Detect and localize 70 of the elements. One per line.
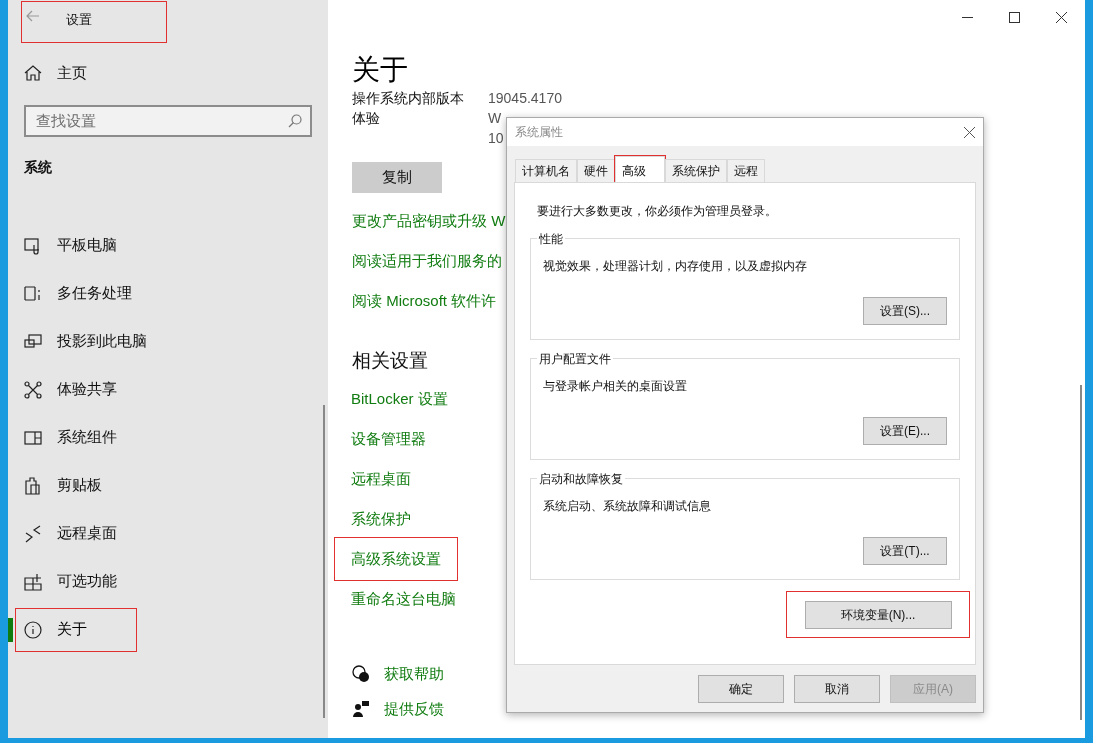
nav-label: 体验共享 bbox=[57, 379, 117, 400]
dialog-button[interactable]: 确定 bbox=[698, 675, 784, 703]
tablet-icon bbox=[24, 236, 42, 255]
nav-label: 关于 bbox=[57, 619, 87, 640]
nav-label: 多任务处理 bbox=[57, 283, 132, 304]
spec-value: 19045.4170 bbox=[488, 89, 562, 108]
dialog-title: 系统属性 bbox=[515, 124, 563, 141]
nav-item[interactable]: 投影到此电脑 bbox=[16, 320, 155, 363]
nav-label: 平板电脑 bbox=[57, 235, 117, 256]
nav-item[interactable]: 体验共享 bbox=[16, 368, 125, 411]
section-heading: 相关设置 bbox=[352, 349, 428, 373]
tab[interactable]: 计算机名 bbox=[515, 159, 577, 182]
tab[interactable]: 高级 bbox=[615, 156, 665, 182]
copy-button[interactable]: 复制 bbox=[352, 162, 442, 193]
nav-item[interactable]: 平板电脑 bbox=[16, 224, 125, 267]
group-title: 启动和故障恢复 bbox=[537, 470, 625, 488]
settings-button[interactable]: 设置(S)... bbox=[863, 297, 947, 325]
nav-item[interactable]: 关于 bbox=[16, 608, 136, 651]
page-title: 关于 bbox=[352, 53, 409, 87]
settings-button[interactable]: 设置(T)... bbox=[863, 537, 947, 565]
spec-label: 体验 bbox=[352, 109, 381, 128]
section-heading: 系统 bbox=[24, 157, 53, 177]
group-description: 视觉效果，处理器计划，内存使用，以及虚拟内存 bbox=[543, 258, 808, 275]
nav-label: 可选功能 bbox=[57, 571, 117, 592]
help-link[interactable]: 提供反馈 bbox=[384, 697, 444, 720]
link[interactable]: 阅读适用于我们服务的 bbox=[352, 251, 502, 271]
group-description: 与登录帐户相关的桌面设置 bbox=[543, 378, 688, 395]
close-icon[interactable] bbox=[964, 126, 975, 138]
maximize-icon[interactable] bbox=[1009, 12, 1020, 23]
spec-value: W bbox=[488, 109, 503, 128]
nav-label: 系统组件 bbox=[57, 427, 117, 448]
nav-item[interactable]: 多任务处理 bbox=[16, 272, 140, 315]
nav-label: 远程桌面 bbox=[57, 523, 117, 544]
tab[interactable]: 远程 bbox=[727, 159, 765, 182]
nav-item[interactable]: 远程桌面 bbox=[16, 512, 125, 555]
dialog-button[interactable]: 取消 bbox=[794, 675, 880, 703]
group-title: 用户配置文件 bbox=[537, 350, 613, 368]
search-icon bbox=[288, 113, 302, 128]
grid-plus-icon bbox=[24, 572, 42, 591]
link[interactable]: 更改产品密钥或升级 W bbox=[352, 211, 506, 231]
nav-item[interactable]: 可选功能 bbox=[16, 560, 125, 603]
panel-icon bbox=[24, 428, 42, 447]
spec-value: 10 bbox=[488, 129, 504, 148]
nav-item[interactable]: 系统组件 bbox=[16, 416, 125, 459]
tab[interactable]: 硬件 bbox=[577, 159, 615, 182]
multitask-icon bbox=[24, 284, 42, 303]
help-link[interactable]: 获取帮助 bbox=[384, 663, 444, 686]
link[interactable]: 阅读 Microsoft 软件许 bbox=[352, 291, 497, 311]
search-field[interactable]: 查找设置 bbox=[24, 104, 312, 137]
nav-label: 投影到此电脑 bbox=[57, 331, 147, 352]
admin-notice: 要进行大多数更改，你必须作为管理员登录。 bbox=[537, 203, 778, 220]
nav-label: 剪贴板 bbox=[57, 475, 102, 496]
share-icon bbox=[24, 380, 42, 399]
help-icon bbox=[352, 665, 370, 684]
settings-button[interactable]: 设置(E)... bbox=[863, 417, 947, 445]
nav-item[interactable]: 剪贴板 bbox=[16, 464, 110, 507]
home-item[interactable]: 主页 bbox=[24, 62, 328, 85]
spec-label: 操作系统内部版本 bbox=[352, 89, 465, 108]
clipboard-icon bbox=[24, 476, 42, 495]
close-icon[interactable] bbox=[1056, 12, 1067, 23]
tab[interactable]: 系统保护 bbox=[665, 159, 727, 182]
window-title: 设置 bbox=[66, 11, 92, 29]
feedback-icon bbox=[352, 699, 370, 718]
remote-icon bbox=[24, 524, 42, 543]
home-icon bbox=[24, 64, 42, 83]
info-icon bbox=[24, 620, 42, 639]
group-description: 系统启动、系统故障和调试信息 bbox=[543, 498, 712, 515]
environment-variables-button[interactable]: 环境变量(N)... bbox=[804, 600, 952, 629]
group-title: 性能 bbox=[537, 230, 565, 248]
projector-icon bbox=[24, 332, 42, 351]
